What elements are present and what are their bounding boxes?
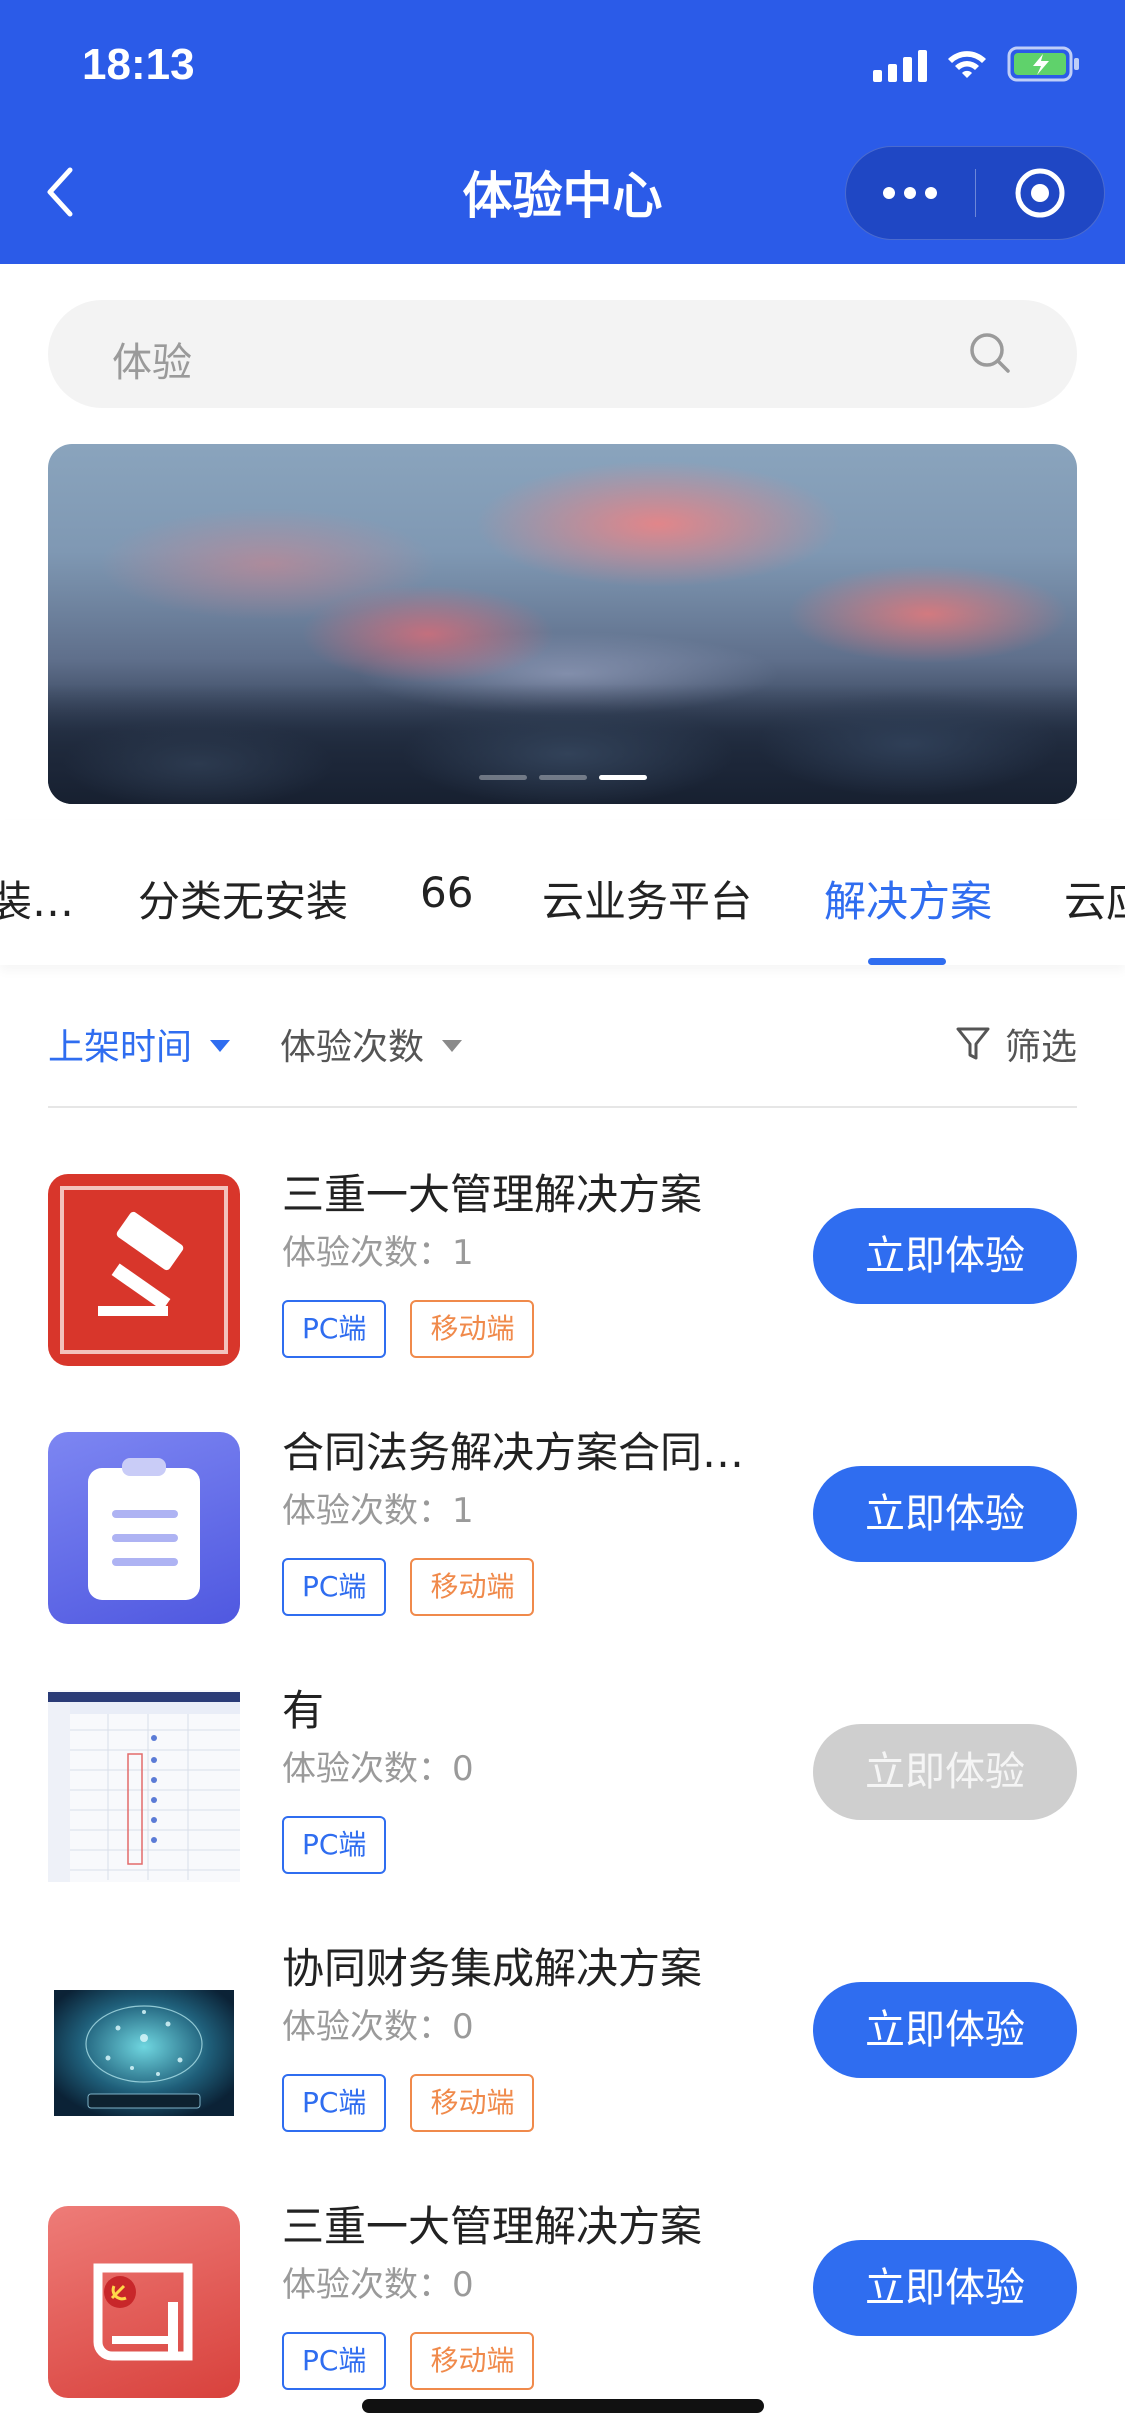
tag-mobile: 移动端 (410, 2074, 535, 2132)
tag-pc: PC端 (282, 1300, 387, 1358)
tag-pc: PC端 (282, 1816, 387, 1874)
list-item[interactable]: 有 体验次数：0 PC端 立即体验 (48, 1682, 1077, 1902)
wifi-icon (948, 51, 986, 78)
item-title: 合同法务解决方案合同… (282, 1428, 745, 1477)
carousel-indicator (48, 775, 1077, 780)
mini-program-capsule (845, 146, 1105, 240)
gavel-icon (48, 1174, 240, 1366)
tag-pc: PC端 (282, 2074, 387, 2132)
list-item[interactable]: 合同法务解决方案合同… 体验次数：1 PC端 移动端 立即体验 (48, 1424, 1077, 1644)
filter-button[interactable]: 筛选 (955, 1018, 1077, 1070)
try-now-button[interactable]: 立即体验 (813, 1982, 1077, 2078)
tab-solutions[interactable]: 解决方案 (824, 868, 992, 929)
category-tabs: 装… 分类无安装 66 云业务平台 解决方案 云应 (0, 820, 1125, 965)
carousel-dot (538, 775, 587, 780)
list-item[interactable]: 三重一大管理解决方案 体验次数：0 PC端 移动端 立即体验 (48, 2198, 1077, 2418)
status-time: 18:13 (82, 40, 195, 89)
tag-pc: PC端 (282, 1558, 387, 1616)
tab-category[interactable]: 装… (0, 868, 74, 929)
target-close-icon (1015, 168, 1065, 218)
tab-category[interactable]: 云应 (1064, 868, 1125, 929)
item-title: 三重一大管理解决方案 (282, 1170, 703, 1219)
item-count: 体验次数：1 (282, 1233, 474, 1273)
tag-mobile: 移动端 (410, 2332, 535, 2390)
carousel-dot (478, 775, 527, 780)
signal-icon (873, 48, 927, 82)
item-title: 三重一大管理解决方案 (282, 2202, 703, 2251)
network-thumbnail (48, 1948, 240, 2140)
item-count: 体验次数：1 (282, 1491, 474, 1531)
item-count: 体验次数：0 (282, 2007, 474, 2047)
item-count: 体验次数：0 (282, 2265, 474, 2305)
caret-down-icon (210, 1040, 231, 1052)
tab-category[interactable]: 云业务平台 (542, 868, 752, 929)
header-bar: 18:13 体验中心 (0, 0, 1125, 264)
carousel-dot-active (598, 775, 647, 780)
try-now-button[interactable]: 立即体验 (813, 2240, 1077, 2336)
list-item[interactable]: 三重一大管理解决方案 体验次数：1 PC端 移动端 立即体验 (48, 1166, 1077, 1386)
tag-mobile: 移动端 (410, 1558, 535, 1616)
try-now-button[interactable]: 立即体验 (813, 1208, 1077, 1304)
tag-pc: PC端 (282, 2332, 387, 2390)
more-icon (883, 187, 938, 199)
filter-icon (956, 1027, 990, 1060)
item-title: 协同财务集成解决方案 (282, 1944, 703, 1993)
home-indicator[interactable] (362, 2399, 764, 2413)
caret-down-icon (442, 1040, 463, 1052)
try-now-button[interactable]: 立即体验 (813, 1466, 1077, 1562)
tab-category[interactable]: 66 (420, 868, 473, 917)
battery-icon (1007, 46, 1079, 82)
item-count: 体验次数：0 (282, 1749, 474, 1789)
banner-carousel[interactable] (48, 444, 1077, 804)
item-title: 有 (282, 1686, 325, 1735)
status-icons (873, 46, 1081, 82)
active-tab-underline (868, 958, 946, 965)
sort-experience-count[interactable]: 体验次数 (280, 1018, 463, 1070)
spreadsheet-thumbnail (48, 1690, 240, 1882)
search-icon[interactable] (967, 330, 1013, 376)
list-item[interactable]: 协同财务集成解决方案 体验次数：0 PC端 移动端 立即体验 (48, 1940, 1077, 2160)
search-placeholder: 体验 (112, 340, 192, 386)
tag-mobile: 移动端 (410, 1300, 535, 1358)
party-book-icon (48, 2206, 240, 2398)
sort-publish-time-label: 上架时间 (48, 1027, 193, 1068)
sort-publish-time[interactable]: 上架时间 (48, 1018, 231, 1070)
close-button[interactable] (976, 147, 1105, 239)
try-now-button-disabled[interactable]: 立即体验 (813, 1724, 1077, 1820)
banner-image (48, 684, 1077, 804)
sort-experience-count-label: 体验次数 (280, 1027, 425, 1068)
more-button[interactable] (846, 147, 975, 239)
filter-label: 筛选 (1004, 1027, 1077, 1068)
tab-category[interactable]: 分类无安装 (138, 868, 348, 929)
sort-bar: 上架时间 体验次数 筛选 (48, 1000, 1077, 1108)
search-input[interactable]: 体验 (48, 300, 1077, 408)
clipboard-icon (48, 1432, 240, 1624)
